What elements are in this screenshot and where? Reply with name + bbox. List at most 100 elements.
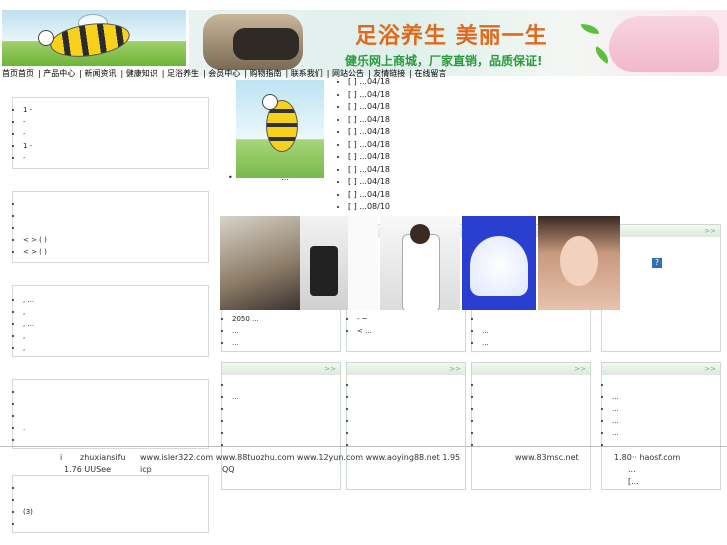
list-item[interactable] bbox=[357, 427, 465, 439]
list-item[interactable] bbox=[23, 210, 208, 222]
feature-bee-image[interactable] bbox=[236, 80, 324, 178]
news-item[interactable]: [ ] ...04/18 bbox=[348, 164, 458, 177]
list-item[interactable] bbox=[482, 427, 590, 439]
list-item[interactable] bbox=[232, 427, 340, 439]
list-item[interactable]: • bbox=[612, 251, 720, 263]
nav-item[interactable]: 联系我们 bbox=[291, 69, 323, 78]
list-item[interactable]: . bbox=[23, 422, 208, 434]
more-link[interactable]: >> bbox=[602, 363, 720, 375]
list-item[interactable] bbox=[482, 403, 590, 415]
photo-thumbnail[interactable] bbox=[380, 216, 460, 310]
photo-thumbnail[interactable] bbox=[348, 216, 378, 310]
list-item[interactable]: ... bbox=[612, 391, 720, 403]
list-item[interactable] bbox=[357, 379, 465, 391]
list-item[interactable]: < > ( ) bbox=[23, 246, 208, 258]
photo-thumbnail[interactable] bbox=[220, 216, 300, 310]
list-item[interactable]: ... bbox=[482, 337, 590, 349]
list-item[interactable] bbox=[357, 403, 465, 415]
footer-link[interactable]: i bbox=[60, 453, 62, 462]
list-item[interactable] bbox=[23, 398, 208, 410]
list-item[interactable]: (3) bbox=[23, 506, 208, 518]
list-item[interactable] bbox=[482, 379, 590, 391]
nav-item[interactable]: 购物指南 bbox=[250, 69, 282, 78]
list-item[interactable]: 2050 ... bbox=[232, 313, 340, 325]
help-icon[interactable]: ? bbox=[652, 258, 662, 268]
footer-link[interactable]: zhuxiansifu bbox=[80, 453, 126, 462]
list-item[interactable] bbox=[23, 222, 208, 234]
list-item[interactable]: , ... bbox=[23, 294, 208, 306]
list-item[interactable]: - bbox=[23, 152, 208, 164]
footer-link[interactable]: www.isler322.com www.88tuozhu.com www.12… bbox=[140, 453, 460, 462]
news-item[interactable]: [ ] ...04/18 bbox=[348, 101, 458, 114]
nav-item[interactable]: 足浴养生 bbox=[167, 69, 199, 78]
list-item[interactable] bbox=[482, 313, 590, 325]
list-item[interactable]: , bbox=[23, 342, 208, 354]
list-item[interactable]: - bbox=[23, 116, 208, 128]
news-item[interactable]: [ ] ...04/18 bbox=[348, 126, 458, 139]
list-item[interactable] bbox=[612, 379, 720, 391]
list-item[interactable]: ... bbox=[612, 427, 720, 439]
more-link[interactable]: >> bbox=[347, 363, 465, 375]
nav-item[interactable]: 新闻资讯 bbox=[85, 69, 117, 78]
news-item[interactable]: [ ] ...04/18 bbox=[348, 139, 458, 152]
nav-item[interactable]: 会员中心 bbox=[208, 69, 240, 78]
list-item[interactable] bbox=[482, 415, 590, 427]
list-item[interactable] bbox=[232, 379, 340, 391]
footer-link[interactable]: ... bbox=[628, 465, 636, 474]
list-item[interactable]: , bbox=[23, 306, 208, 318]
list-item[interactable] bbox=[357, 391, 465, 403]
more-link[interactable]: >> bbox=[222, 363, 340, 375]
news-item[interactable]: [ ] ...04/18 bbox=[348, 176, 458, 189]
news-item[interactable]: [ ] ...04/18 bbox=[348, 114, 458, 127]
bee-banner-image[interactable] bbox=[2, 10, 186, 66]
list-item[interactable] bbox=[23, 386, 208, 398]
list-item[interactable]: ... bbox=[232, 325, 340, 337]
list-item[interactable] bbox=[612, 287, 720, 299]
footer-link[interactable]: icp bbox=[140, 465, 152, 474]
news-item[interactable]: [ ] ...04/18 bbox=[348, 151, 458, 164]
list-item[interactable]: ... bbox=[482, 325, 590, 337]
photo-thumbnail[interactable] bbox=[300, 216, 348, 310]
photo-thumbnail[interactable] bbox=[538, 216, 620, 310]
footer-link[interactable]: www.83msc.net bbox=[515, 453, 579, 462]
list-item[interactable]: ... bbox=[612, 415, 720, 427]
list-item[interactable] bbox=[482, 391, 590, 403]
list-item[interactable] bbox=[23, 494, 208, 506]
list-item[interactable]: - bbox=[23, 128, 208, 140]
list-item[interactable]: ... bbox=[232, 337, 340, 349]
list-item[interactable] bbox=[23, 434, 208, 446]
more-link[interactable]: >> bbox=[472, 363, 590, 375]
list-item[interactable]: , bbox=[23, 330, 208, 342]
news-item[interactable]: [ ] ...04/18 bbox=[348, 89, 458, 102]
list-item[interactable]: 1 - bbox=[23, 140, 208, 152]
list-item[interactable]: ... bbox=[232, 391, 340, 403]
list-item[interactable]: ... bbox=[612, 263, 720, 275]
nav-item[interactable]: 产品中心 bbox=[43, 69, 75, 78]
photo-thumbnail[interactable] bbox=[462, 216, 536, 310]
list-item[interactable]: < > ( ) bbox=[23, 234, 208, 246]
list-item[interactable] bbox=[612, 275, 720, 287]
list-item[interactable]: < ... bbox=[357, 325, 465, 337]
list-item[interactable] bbox=[23, 482, 208, 494]
footer-link[interactable]: [... bbox=[628, 477, 639, 486]
footer-link[interactable]: 1.80·· haosf.com bbox=[614, 453, 680, 462]
list-item[interactable] bbox=[232, 403, 340, 415]
list-item[interactable] bbox=[357, 415, 465, 427]
list-item[interactable] bbox=[23, 518, 208, 530]
list-item[interactable] bbox=[23, 198, 208, 210]
list-item[interactable]: 1 - bbox=[23, 104, 208, 116]
list-item[interactable]: , ... bbox=[23, 318, 208, 330]
list-item[interactable] bbox=[23, 410, 208, 422]
nav-item[interactable]: 健康知识 bbox=[126, 69, 158, 78]
footer-link[interactable]: 1.76 UUSee bbox=[64, 465, 111, 474]
list-item[interactable] bbox=[232, 415, 340, 427]
news-item[interactable]: [ ] ...08/10 bbox=[348, 201, 458, 214]
nav-item[interactable]: 首页首页 bbox=[2, 69, 34, 78]
footer-link[interactable]: QQ bbox=[222, 465, 235, 474]
spa-banner-image[interactable]: 足浴养生 美丽一生 健乐网上商城，厂家直销，品质保证! bbox=[189, 10, 727, 76]
list-item[interactable]: ... bbox=[612, 403, 720, 415]
list-item[interactable]: ... bbox=[612, 299, 720, 311]
news-item[interactable]: [ ] ...04/18 bbox=[348, 189, 458, 202]
news-item[interactable]: [ ] ...04/18 bbox=[348, 76, 458, 89]
list-item[interactable]: - ~ bbox=[357, 313, 465, 325]
